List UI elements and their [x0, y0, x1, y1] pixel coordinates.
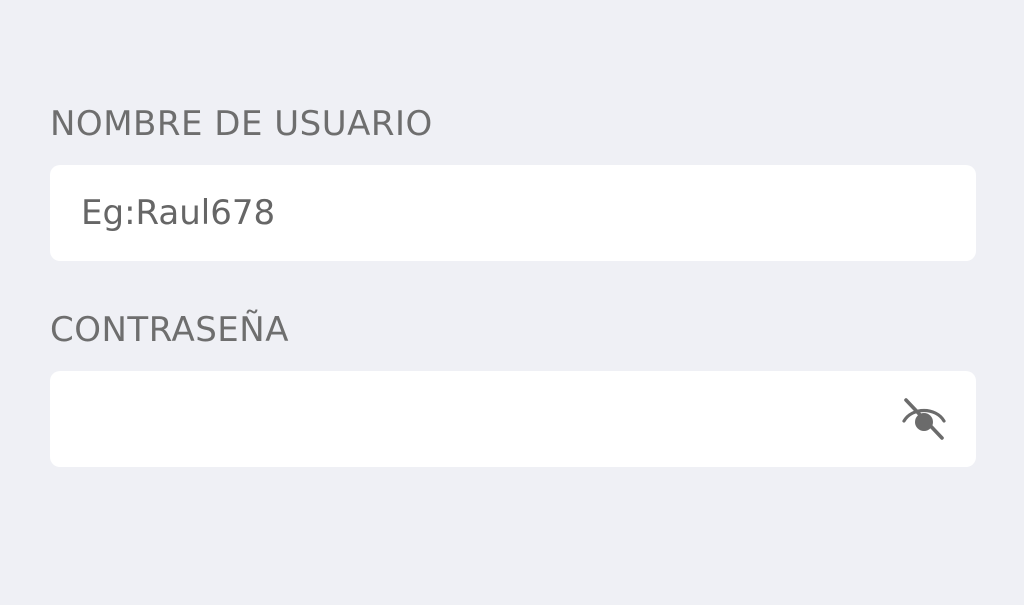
- toggle-password-visibility-button[interactable]: [900, 396, 948, 442]
- password-field-container: [50, 371, 976, 467]
- password-label: CONTRASEÑA: [50, 310, 289, 350]
- eye-off-icon: [901, 397, 947, 441]
- password-input[interactable]: [50, 371, 976, 467]
- username-field-container: [50, 165, 976, 261]
- username-input[interactable]: [50, 165, 976, 261]
- username-label: NOMBRE DE USUARIO: [50, 104, 433, 144]
